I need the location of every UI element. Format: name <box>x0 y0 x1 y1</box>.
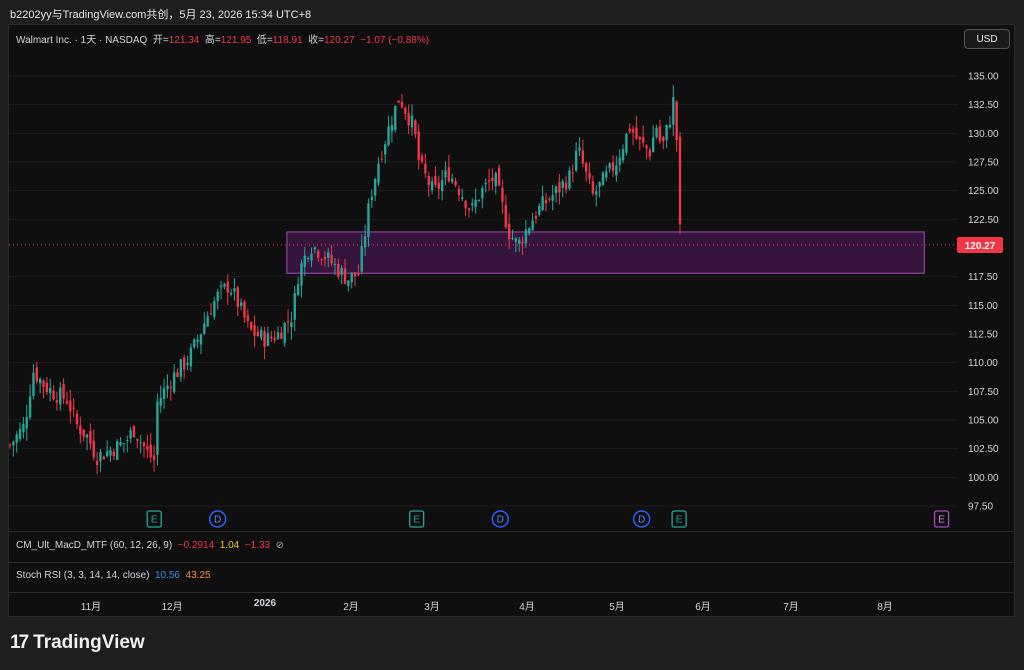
chart-caption: b2202yy与TradingView.com共创，5月 23, 2026 15… <box>10 9 312 21</box>
macd-value-3: −1.33 <box>244 540 271 551</box>
stoch-name[interactable]: Stoch RSI (3, 3, 14, 14, close) <box>16 570 149 581</box>
time-axis-label: 2月 <box>343 602 359 613</box>
close-value: 120.27 <box>323 35 355 46</box>
open-label: 开= <box>152 35 169 46</box>
high-label: 高= <box>204 35 221 46</box>
tradingview-logo: 17 TradingView <box>10 632 145 654</box>
stoch-k-value: 10.56 <box>154 570 180 581</box>
change-value: −1.07 (−0.88%) <box>360 35 430 46</box>
hidden-eye-icon[interactable]: ⊘ <box>276 540 284 551</box>
symbol-title[interactable]: Walmart Inc. · 1天 · NASDAQ <box>16 35 147 46</box>
time-axis-label: 6月 <box>695 602 711 613</box>
time-axis-label: 2026 <box>253 598 277 609</box>
chart-frame <box>8 24 1015 617</box>
time-axis-label: 5月 <box>609 602 625 613</box>
brand-name: TradingView <box>33 632 145 653</box>
stoch-d-value: 43.25 <box>185 570 211 581</box>
time-axis-label: 7月 <box>783 602 799 613</box>
low-label: 低= <box>256 35 273 46</box>
time-axis-label: 3月 <box>424 602 440 613</box>
time-axis-separator <box>9 592 1014 593</box>
currency-button[interactable]: USD <box>964 29 1010 49</box>
time-axis-label: 12月 <box>161 602 183 613</box>
macd-legend[interactable]: CM_Ult_MacD_MTF (60, 12, 26, 9) −0.2914 … <box>16 540 284 551</box>
low-value: 118.91 <box>272 35 303 46</box>
symbol-legend[interactable]: Walmart Inc. · 1天 · NASDAQ 开=121.34 高=12… <box>16 31 429 46</box>
macd-value-2: 1.04 <box>219 540 240 551</box>
high-value: 121.95 <box>220 35 252 46</box>
time-axis-label: 11月 <box>80 602 102 613</box>
open-value: 121.34 <box>168 35 200 46</box>
tradingview-logo-icon: 17 <box>10 632 29 653</box>
time-axis-label: 8月 <box>877 602 893 613</box>
close-label: 收= <box>308 35 324 46</box>
macd-name[interactable]: CM_Ult_MacD_MTF (60, 12, 26, 9) <box>16 540 172 551</box>
macd-value-1: −0.2914 <box>177 540 215 551</box>
pane-separator[interactable] <box>9 531 1014 532</box>
stoch-rsi-legend[interactable]: Stoch RSI (3, 3, 14, 14, close) 10.56 43… <box>16 570 211 581</box>
pane-separator[interactable] <box>9 562 1014 563</box>
time-axis-label: 4月 <box>519 602 535 613</box>
